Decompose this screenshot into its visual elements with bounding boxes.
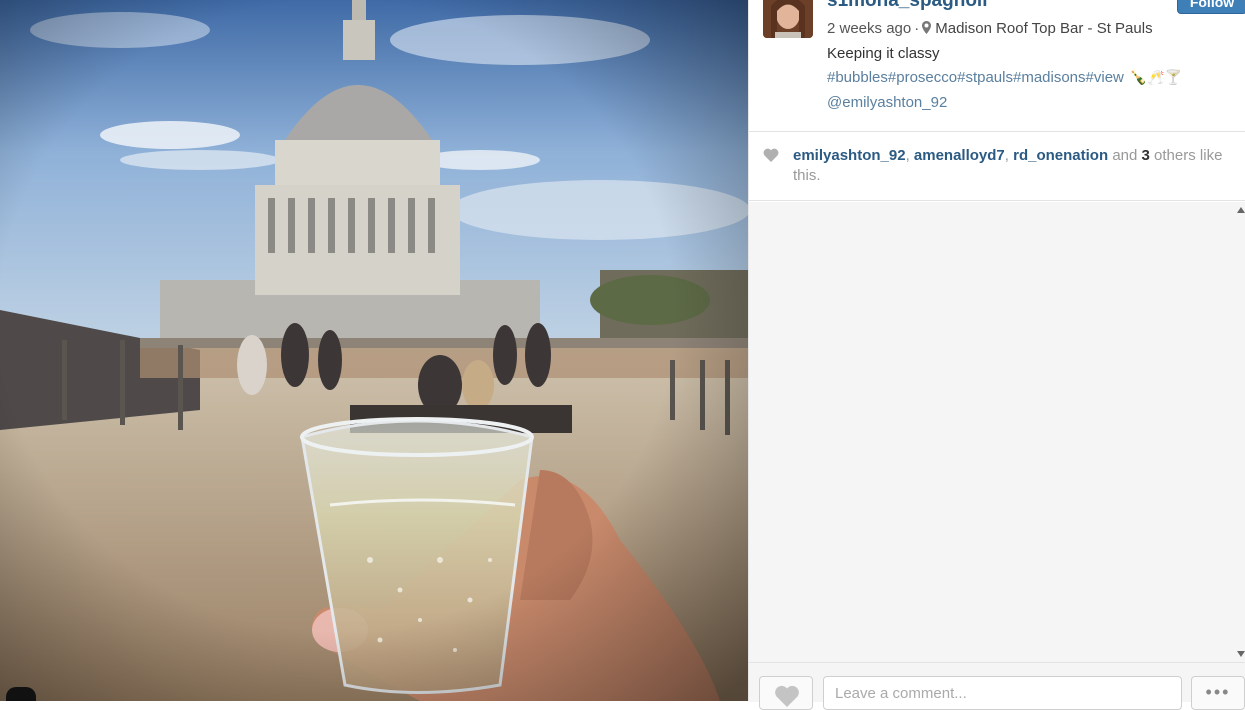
likes-and: and xyxy=(1112,147,1138,164)
ellipsis-icon: ••• xyxy=(1205,682,1231,702)
liker-link[interactable]: rd_onenation xyxy=(1013,147,1108,164)
likes-others: others xyxy=(1154,147,1196,164)
post-footer: ••• xyxy=(749,662,1245,710)
liker-link[interactable]: emilyashton_92 xyxy=(793,147,906,164)
hashtag-link[interactable]: #stpauls xyxy=(957,69,1013,86)
hashtag-list: #bubbles#prosecco#stpauls#madisons#view 🍾… xyxy=(827,69,1182,86)
hashtag-link[interactable]: #prosecco xyxy=(888,69,957,86)
more-options-button[interactable]: ••• xyxy=(1191,676,1245,710)
like-button[interactable] xyxy=(759,676,813,710)
likes-summary: emilyashton_92, amenalloyd7, rd_onenatio… xyxy=(793,146,1245,186)
comments-scrollbar[interactable] xyxy=(1238,202,1245,662)
hashtag-link[interactable]: #view xyxy=(1086,69,1124,86)
hashtag-link[interactable]: #madisons xyxy=(1013,69,1086,86)
likes-comma: , xyxy=(905,147,910,164)
follow-button[interactable]: Follow xyxy=(1177,0,1245,14)
photo-badge-icon xyxy=(6,687,36,701)
heart-icon xyxy=(775,685,799,707)
post-caption: Keeping it classy xyxy=(827,45,940,62)
comment-input[interactable] xyxy=(823,676,1182,710)
scroll-down-arrow-icon[interactable] xyxy=(1237,651,1245,657)
caption-emoji: 🍾🥂🍸 xyxy=(1129,69,1183,85)
liker-link[interactable]: amenalloyd7 xyxy=(914,147,1005,164)
post-header: s1mona_spagnoli Follow 2 weeks ago · Madis… xyxy=(749,0,1245,132)
comments-area[interactable] xyxy=(749,202,1245,662)
post-meta: 2 weeks ago · Madison Roof Top Bar - St Pa… xyxy=(827,20,1153,37)
post-photo[interactable] xyxy=(0,0,748,701)
post-sidebar: s1mona_spagnoli Follow 2 weeks ago · Madis… xyxy=(748,0,1245,710)
mention-link[interactable]: @emilyashton_92 xyxy=(827,94,947,111)
post-time[interactable]: 2 weeks ago xyxy=(827,20,911,37)
hashtag-link[interactable]: #bubbles xyxy=(827,69,888,86)
username-link[interactable]: s1mona_spagnoli xyxy=(827,0,988,12)
heart-icon xyxy=(763,148,779,162)
photo-illustration xyxy=(0,0,748,701)
meta-separator: · xyxy=(914,20,920,37)
likes-section: emilyashton_92, amenalloyd7, rd_onenatio… xyxy=(749,132,1245,201)
likes-comma: , xyxy=(1004,147,1009,164)
avatar[interactable] xyxy=(763,0,813,38)
scroll-up-arrow-icon[interactable] xyxy=(1237,207,1245,213)
likes-others-count[interactable]: 3 xyxy=(1142,147,1150,164)
location-link[interactable]: Madison Roof Top Bar - St Pauls xyxy=(935,20,1152,37)
map-pin-icon xyxy=(922,21,932,34)
